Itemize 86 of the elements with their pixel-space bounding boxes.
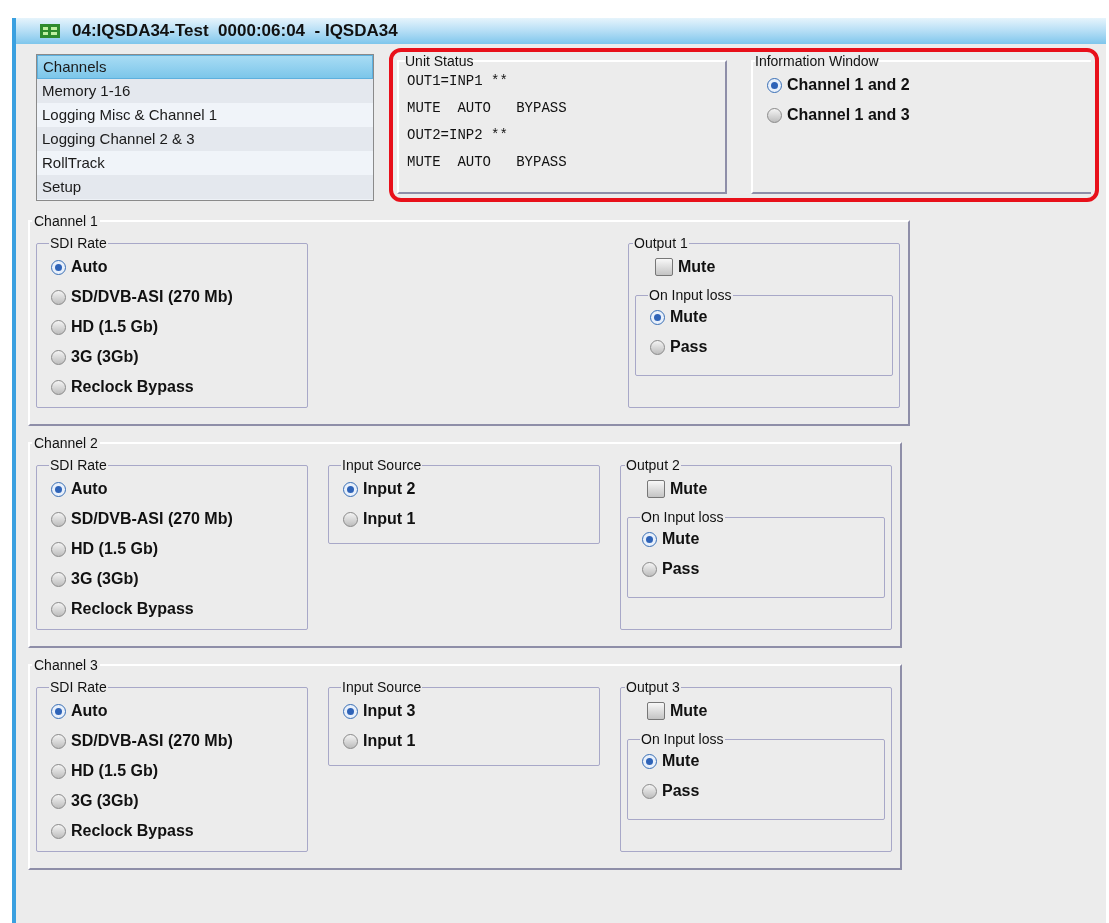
- group-title: Output 1: [633, 236, 689, 250]
- radio-button[interactable]: [51, 733, 66, 749]
- radio-option[interactable]: HD (1.5 Gb): [51, 756, 307, 786]
- radio-option[interactable]: SD/DVB-ASI (270 Mb): [51, 282, 307, 312]
- radio-option[interactable]: Auto: [51, 696, 307, 726]
- group-title: Output 2: [625, 458, 681, 472]
- radio-option[interactable]: Reclock Bypass: [51, 816, 307, 846]
- radio-button[interactable]: [642, 531, 657, 547]
- checkbox-option[interactable]: Mute: [627, 474, 885, 504]
- radio-option[interactable]: Mute: [642, 746, 884, 776]
- radio-option[interactable]: Mute: [642, 524, 884, 554]
- radio-option[interactable]: Auto: [51, 474, 307, 504]
- radio-option[interactable]: Input 3: [343, 696, 599, 726]
- group-title: Input Source: [341, 680, 423, 694]
- navigation-item[interactable]: Channels: [37, 55, 373, 79]
- group-title: SDI Rate: [49, 680, 108, 694]
- radio-option[interactable]: Input 1: [343, 504, 599, 534]
- checkbox-option[interactable]: Mute: [635, 252, 893, 282]
- radio-option[interactable]: Mute: [650, 302, 892, 332]
- radio-option[interactable]: Channel 1 and 2: [767, 70, 1091, 100]
- group-title: Input Source: [341, 458, 423, 472]
- radio-button[interactable]: [51, 349, 66, 365]
- radio-button[interactable]: [650, 309, 665, 325]
- radio-option[interactable]: Input 2: [343, 474, 599, 504]
- navigation-item[interactable]: Setup: [37, 175, 373, 199]
- group-title: Channel 1: [33, 214, 99, 228]
- radio-button[interactable]: [51, 289, 66, 305]
- radio-option[interactable]: Input 1: [343, 726, 599, 756]
- radio-button[interactable]: [51, 793, 66, 809]
- radio-button[interactable]: [51, 511, 66, 527]
- radio-button[interactable]: [642, 783, 657, 799]
- circuit-board-icon: [40, 24, 60, 38]
- group-title: Output 3: [625, 680, 681, 694]
- radio-button[interactable]: [767, 77, 782, 93]
- group-title: On Input loss: [648, 288, 733, 302]
- group-title: Channel 2: [33, 436, 99, 450]
- radio-option[interactable]: Pass: [642, 776, 884, 806]
- radio-button[interactable]: [343, 703, 358, 719]
- radio-button[interactable]: [343, 511, 358, 527]
- radio-button[interactable]: [343, 481, 358, 497]
- radio-option[interactable]: 3G (3Gb): [51, 564, 307, 594]
- radio-option[interactable]: 3G (3Gb): [51, 786, 307, 816]
- radio-option[interactable]: Reclock Bypass: [51, 372, 307, 402]
- radio-button[interactable]: [51, 379, 66, 395]
- status-line: OUT1=INP1 **: [407, 72, 509, 91]
- radio-button[interactable]: [642, 561, 657, 577]
- group-title: Information Window: [755, 54, 879, 68]
- window-title: 04:IQSDA34-Test 0000:06:04 - IQSDA34: [72, 20, 398, 43]
- navigation-item[interactable]: Logging Channel 2 & 3: [37, 127, 373, 151]
- group-title: Unit Status: [405, 54, 474, 68]
- radio-button[interactable]: [51, 481, 66, 497]
- radio-option[interactable]: Pass: [650, 332, 892, 362]
- checkbox[interactable]: [647, 480, 665, 498]
- radio-button[interactable]: [51, 571, 66, 587]
- checkbox-option[interactable]: Mute: [627, 696, 885, 726]
- radio-option[interactable]: Pass: [642, 554, 884, 584]
- group-title: On Input loss: [640, 510, 725, 524]
- group-title: On Input loss: [640, 732, 725, 746]
- radio-option[interactable]: 3G (3Gb): [51, 342, 307, 372]
- radio-button[interactable]: [51, 319, 66, 335]
- radio-button[interactable]: [51, 703, 66, 719]
- checkbox[interactable]: [655, 258, 673, 276]
- radio-button[interactable]: [642, 753, 657, 769]
- radio-button[interactable]: [51, 601, 66, 617]
- radio-button[interactable]: [650, 339, 665, 355]
- radio-button[interactable]: [51, 259, 66, 275]
- group-title: SDI Rate: [49, 236, 108, 250]
- status-line: OUT2=INP2 **: [407, 126, 509, 145]
- radio-option[interactable]: HD (1.5 Gb): [51, 312, 307, 342]
- navigation-item[interactable]: Memory 1-16: [37, 79, 373, 103]
- radio-option[interactable]: HD (1.5 Gb): [51, 534, 307, 564]
- status-line: MUTE AUTO BYPASS: [407, 99, 568, 118]
- radio-button[interactable]: [51, 823, 66, 839]
- radio-option[interactable]: SD/DVB-ASI (270 Mb): [51, 726, 307, 756]
- radio-option[interactable]: SD/DVB-ASI (270 Mb): [51, 504, 307, 534]
- group-title: SDI Rate: [49, 458, 108, 472]
- radio-option[interactable]: Auto: [51, 252, 307, 282]
- group-title: Channel 3: [33, 658, 99, 672]
- checkbox[interactable]: [647, 702, 665, 720]
- radio-button[interactable]: [343, 733, 358, 749]
- radio-option[interactable]: Reclock Bypass: [51, 594, 307, 624]
- radio-button[interactable]: [767, 107, 782, 123]
- radio-button[interactable]: [51, 541, 66, 557]
- radio-button[interactable]: [51, 763, 66, 779]
- radio-option[interactable]: Channel 1 and 3: [767, 100, 1091, 130]
- status-line: MUTE AUTO BYPASS: [407, 153, 568, 172]
